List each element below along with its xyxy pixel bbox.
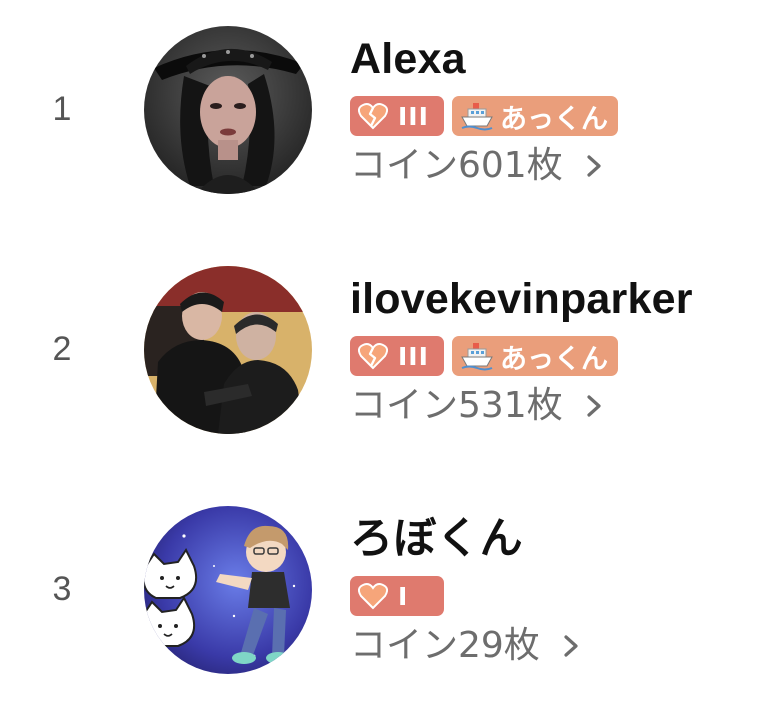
level-badge: I <box>350 576 444 616</box>
split-heart-icon <box>358 342 388 370</box>
ship-badge: あっくん <box>452 336 618 376</box>
rank-number: 2 <box>52 330 72 368</box>
avatar[interactable] <box>144 266 312 434</box>
user-name: Alexa <box>350 35 466 83</box>
user-info: ろぼくん I コイン29枚 <box>350 518 771 664</box>
split-heart-icon <box>358 102 388 130</box>
level-value: III <box>398 341 429 371</box>
ship-label: あっくん <box>500 343 608 375</box>
level-badge: III <box>350 336 444 376</box>
chevron-right-icon <box>585 153 603 179</box>
user-name: ろぼくん <box>350 515 523 563</box>
badge-group: III あっくん <box>350 96 771 136</box>
heart-icon <box>358 582 388 610</box>
coin-count: コイン29枚 <box>350 625 540 666</box>
coin-count-link[interactable]: コイン601枚 <box>350 148 771 184</box>
badge-group: III あっくん <box>350 336 771 376</box>
user-info: ilovekevinparker III あっくん コイン531枚 <box>350 278 771 424</box>
level-badge: III <box>350 96 444 136</box>
coin-count: コイン531枚 <box>350 385 563 426</box>
user-name: ilovekevinparker <box>350 275 693 323</box>
ranking-row[interactable]: 2 ilovekevinparker III あっくん コイン531枚 <box>0 256 771 446</box>
level-value: III <box>398 101 429 131</box>
user-info: Alexa III あっくん コイン601枚 <box>350 38 771 184</box>
coin-count-link[interactable]: コイン531枚 <box>350 388 771 424</box>
rank-number: 3 <box>52 570 72 608</box>
coin-ranking-list: 1 Alexa III あっくん コイン601枚 2 ilovekevinpar… <box>0 0 771 728</box>
ranking-row[interactable]: 3 ろぼくん I コイン29枚 <box>0 496 771 686</box>
ship-badge: あっくん <box>452 96 618 136</box>
chevron-right-icon <box>562 633 580 659</box>
coin-count-link[interactable]: コイン29枚 <box>350 628 771 664</box>
avatar[interactable] <box>144 26 312 194</box>
ship-icon <box>460 341 494 371</box>
avatar[interactable] <box>144 506 312 674</box>
ranking-row[interactable]: 1 Alexa III あっくん コイン601枚 <box>0 16 771 206</box>
level-value: I <box>398 581 409 611</box>
ship-icon <box>460 101 494 131</box>
badge-group: I <box>350 576 771 616</box>
ship-label: あっくん <box>500 103 608 135</box>
coin-count: コイン601枚 <box>350 145 563 186</box>
chevron-right-icon <box>585 393 603 419</box>
rank-number: 1 <box>52 90 72 128</box>
